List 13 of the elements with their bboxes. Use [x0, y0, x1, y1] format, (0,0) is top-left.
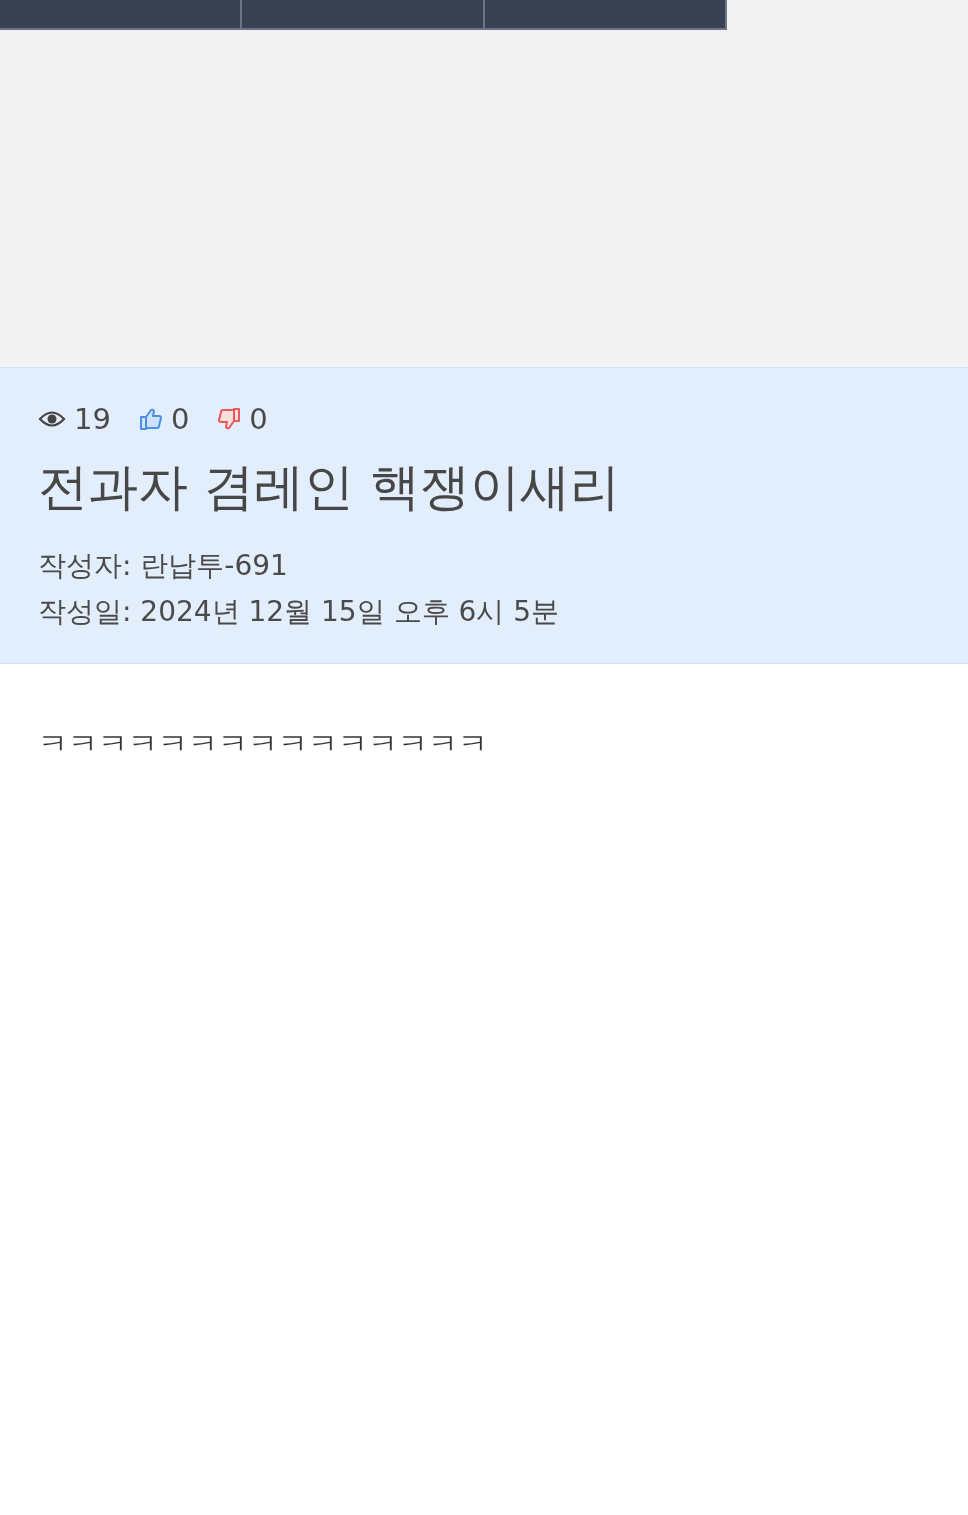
post-title: 전과자 겸레인 핵쟁이새리: [38, 457, 621, 518]
like-count: 0: [170, 402, 190, 436]
nav-tab[interactable]: [0, 0, 243, 28]
nav-tab[interactable]: [484, 0, 725, 28]
date-text: 작성일: 2024년 12월 15일 오후 6시 5분: [38, 594, 560, 630]
dislike-count: 0: [249, 402, 268, 436]
nav-tab[interactable]: [242, 0, 485, 28]
eye-icon: [38, 410, 66, 428]
thumbs-down-icon[interactable]: [217, 407, 242, 431]
view-count: 19: [74, 402, 111, 436]
thumbs-up-icon[interactable]: [138, 407, 163, 431]
post-body: ㅋㅋㅋㅋㅋㅋㅋㅋㅋㅋㅋㅋㅋㅋㅋ: [38, 726, 488, 761]
author-text: 작성자: 란납투-691: [38, 548, 289, 584]
